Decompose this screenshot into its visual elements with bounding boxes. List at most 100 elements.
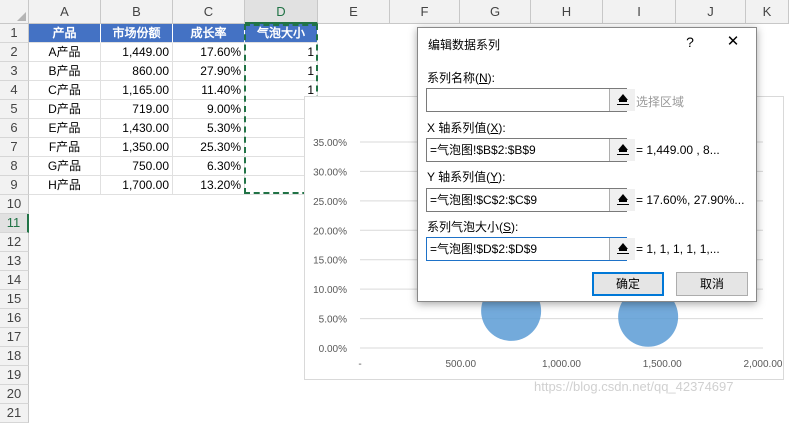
data-cell[interactable]: F产品 bbox=[29, 138, 101, 157]
column-header-f[interactable]: F bbox=[390, 0, 460, 24]
data-cell[interactable]: 11.40% bbox=[173, 81, 245, 100]
column-header-b[interactable]: B bbox=[101, 0, 173, 24]
column-header-e[interactable]: E bbox=[318, 0, 390, 24]
row-header-4[interactable]: 4 bbox=[0, 81, 29, 100]
bubble-size-input[interactable]: =气泡图!$D$2:$D$9 bbox=[426, 237, 627, 261]
column-header-i[interactable]: I bbox=[603, 0, 676, 24]
header-cell[interactable]: 气泡大小 bbox=[245, 24, 318, 43]
y-values-preview: = 17.60%, 27.90%... bbox=[636, 193, 745, 207]
data-cell[interactable]: C产品 bbox=[29, 81, 101, 100]
row-header-20[interactable]: 20 bbox=[0, 385, 29, 404]
y-tick-label: 0.00% bbox=[319, 344, 347, 355]
watermark: https://blog.csdn.net/qq_42374697 bbox=[534, 379, 734, 394]
data-cell[interactable]: 1 bbox=[245, 43, 318, 62]
edit-series-dialog: 编辑数据系列 ? ✕ 系列名称(N): 选择区域 X 轴系列值(X): =气泡图… bbox=[417, 27, 757, 302]
x-tick-label: 1,500.00 bbox=[643, 359, 682, 370]
select-all-corner[interactable] bbox=[0, 0, 29, 24]
data-cell[interactable]: 5.30% bbox=[173, 119, 245, 138]
data-cell[interactable]: 1,165.00 bbox=[101, 81, 173, 100]
ok-button[interactable]: 确定 bbox=[592, 272, 664, 296]
data-cell[interactable]: A产品 bbox=[29, 43, 101, 62]
collapse-dialog-button[interactable] bbox=[609, 238, 635, 260]
data-cell[interactable]: 17.60% bbox=[173, 43, 245, 62]
row-header-6[interactable]: 6 bbox=[0, 119, 29, 138]
column-header-h[interactable]: H bbox=[531, 0, 603, 24]
data-cell[interactable]: 1,430.00 bbox=[101, 119, 173, 138]
data-cell[interactable]: 13.20% bbox=[173, 176, 245, 195]
data-cell[interactable]: 860.00 bbox=[101, 62, 173, 81]
row-header-8[interactable]: 8 bbox=[0, 157, 29, 176]
row-header-5[interactable]: 5 bbox=[0, 100, 29, 119]
row-header-19[interactable]: 19 bbox=[0, 366, 29, 385]
row-header-16[interactable]: 16 bbox=[0, 309, 29, 328]
column-header-a[interactable]: A bbox=[29, 0, 101, 24]
close-icon[interactable]: ✕ bbox=[722, 32, 744, 52]
row-header-18[interactable]: 18 bbox=[0, 347, 29, 366]
row-header-7[interactable]: 7 bbox=[0, 138, 29, 157]
y-tick-label: 5.00% bbox=[319, 315, 347, 326]
row-header-13[interactable]: 13 bbox=[0, 252, 29, 271]
y-values-label: Y 轴系列值(Y): bbox=[427, 170, 506, 184]
y-tick-label: 10.00% bbox=[313, 285, 347, 296]
data-cell[interactable]: H产品 bbox=[29, 176, 101, 195]
data-cell[interactable]: B产品 bbox=[29, 62, 101, 81]
column-header-j[interactable]: J bbox=[676, 0, 746, 24]
data-cell[interactable]: 1 bbox=[245, 62, 318, 81]
data-cell[interactable]: 719.00 bbox=[101, 100, 173, 119]
data-cell[interactable]: 1,449.00 bbox=[101, 43, 173, 62]
row-header-14[interactable]: 14 bbox=[0, 271, 29, 290]
header-cell[interactable]: 市场份额 bbox=[101, 24, 173, 43]
data-cell[interactable]: 6.30% bbox=[173, 157, 245, 176]
collapse-dialog-button[interactable] bbox=[609, 89, 635, 111]
row-header-15[interactable]: 15 bbox=[0, 290, 29, 309]
y-tick-label: 30.00% bbox=[313, 167, 347, 178]
row-header-1[interactable]: 1 bbox=[0, 24, 29, 43]
x-values-label: X 轴系列值(X): bbox=[427, 121, 506, 135]
data-cell[interactable]: 25.30% bbox=[173, 138, 245, 157]
header-cell[interactable]: 产品 bbox=[29, 24, 101, 43]
y-values-input[interactable]: =气泡图!$C$2:$C$9 bbox=[426, 188, 627, 212]
data-cell[interactable]: D产品 bbox=[29, 100, 101, 119]
x-tick-label: 500.00 bbox=[445, 359, 476, 370]
spreadsheet: ABCDEFGHIJK 1 2 3 4 5 6 7 8 9 10 11 12 13 14 15 16 17 18 1… bbox=[0, 0, 789, 423]
x-tick-label: 1,000.00 bbox=[542, 359, 581, 370]
data-cell[interactable]: 750.00 bbox=[101, 157, 173, 176]
series-name-label: 系列名称(N): bbox=[427, 71, 496, 85]
x-tick-label: - bbox=[358, 359, 361, 370]
row-header-10[interactable]: 10 bbox=[0, 195, 29, 214]
row-header-2[interactable]: 2 bbox=[0, 43, 29, 62]
column-header-k[interactable]: K bbox=[746, 0, 789, 24]
dialog-title: 编辑数据系列 bbox=[428, 38, 501, 52]
x-values-input[interactable]: =气泡图!$B$2:$B$9 bbox=[426, 138, 627, 162]
y-tick-label: 20.00% bbox=[313, 226, 347, 237]
row-header-17[interactable]: 17 bbox=[0, 328, 29, 347]
column-header-g[interactable]: G bbox=[460, 0, 531, 24]
bubble-size-label: 系列气泡大小(S): bbox=[427, 220, 519, 234]
column-header-c[interactable]: C bbox=[173, 0, 245, 24]
row-header-9[interactable]: 9 bbox=[0, 176, 29, 195]
row-header-12[interactable]: 12 bbox=[0, 233, 29, 252]
y-tick-label: 35.00% bbox=[313, 138, 347, 149]
series-name-input[interactable] bbox=[426, 88, 627, 112]
header-cell[interactable]: 成长率 bbox=[173, 24, 245, 43]
data-cell[interactable]: E产品 bbox=[29, 119, 101, 138]
y-tick-label: 25.00% bbox=[313, 197, 347, 208]
row-header-11[interactable]: 11 bbox=[0, 214, 29, 233]
help-icon[interactable]: ? bbox=[680, 32, 700, 52]
data-cell[interactable]: 1,350.00 bbox=[101, 138, 173, 157]
data-cell[interactable]: 9.00% bbox=[173, 100, 245, 119]
data-cell[interactable]: 1,700.00 bbox=[101, 176, 173, 195]
x-tick-label: 2,000.00 bbox=[744, 359, 783, 370]
x-values-preview: = 1,449.00 , 8... bbox=[636, 143, 720, 157]
y-tick-label: 15.00% bbox=[313, 256, 347, 267]
row-header-3[interactable]: 3 bbox=[0, 62, 29, 81]
cancel-button[interactable]: 取消 bbox=[676, 272, 748, 296]
column-header-d[interactable]: D bbox=[245, 0, 318, 24]
collapse-dialog-button[interactable] bbox=[609, 139, 635, 161]
series-name-preview: 选择区域 bbox=[636, 95, 685, 109]
bubble-size-preview: = 1, 1, 1, 1, 1,... bbox=[636, 242, 720, 256]
row-header-21[interactable]: 21 bbox=[0, 404, 29, 423]
data-cell[interactable]: G产品 bbox=[29, 157, 101, 176]
data-cell[interactable]: 27.90% bbox=[173, 62, 245, 81]
collapse-dialog-button[interactable] bbox=[609, 189, 635, 211]
